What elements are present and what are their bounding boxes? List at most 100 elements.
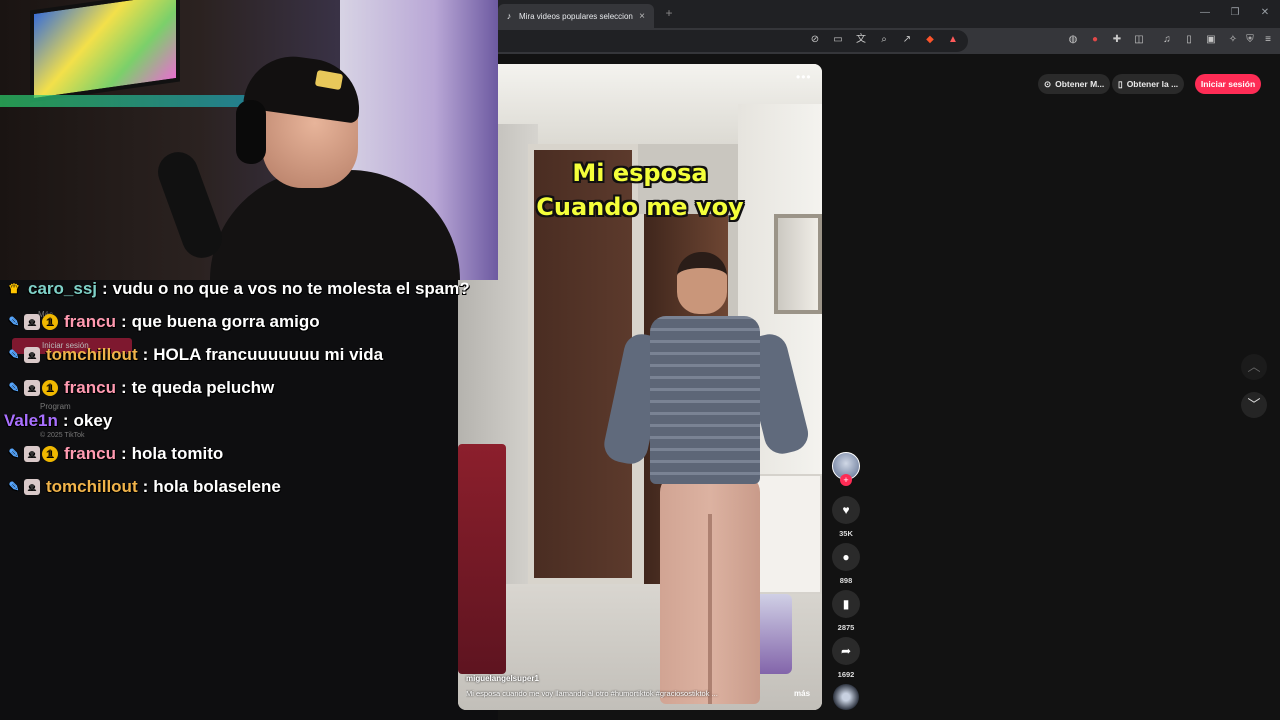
get-app-button[interactable]: ▯ Obtener la ...: [1112, 74, 1185, 94]
share-button[interactable]: ➦: [832, 637, 860, 665]
extensions-icon[interactable]: ✚: [1110, 33, 1124, 47]
chat-message: ✎ ᴥ 1 francu : te queda peluchw: [6, 373, 275, 403]
chat-text: okey: [73, 411, 113, 430]
media-icon[interactable]: ♫: [1160, 33, 1174, 47]
moderator-icon: ✎: [8, 446, 20, 461]
tab-title: Mira videos populares seleccion: [519, 11, 633, 21]
wallet-icon[interactable]: ▣: [1204, 33, 1218, 47]
chat-separator: :: [120, 312, 127, 331]
sub-badge-icon: ᴥ: [24, 446, 40, 462]
next-video-button[interactable]: ﹀: [1241, 392, 1267, 418]
coin-icon: ⊙: [1044, 78, 1052, 89]
chat-separator: :: [62, 411, 69, 430]
chat-username: tomchillout: [46, 477, 138, 496]
translate-icon[interactable]: 文: [854, 33, 868, 47]
close-window-button[interactable]: ✕: [1258, 6, 1272, 20]
sub-badge-icon: ᴥ: [24, 479, 40, 495]
chevron-down-icon: ﹀: [1247, 397, 1261, 412]
stream-screen: ♪ Mira videos populares seleccion × + — …: [0, 0, 1280, 720]
video-player[interactable]: Mi esposa Cuando me voy ••• miguelangels…: [458, 64, 822, 710]
music-disc-icon[interactable]: [833, 684, 859, 710]
save-count: 2875: [837, 623, 855, 632]
video-caption: Mi esposa Cuando me voy: [458, 156, 822, 224]
menu-icon[interactable]: ≡: [1261, 33, 1275, 47]
chat-message: ✎ ᴥ tomchillout : hola bolaselene: [6, 472, 281, 502]
microphone: [152, 146, 228, 264]
save-button[interactable]: ▮: [832, 590, 860, 618]
chat-text: HOLA francuuuuuuu mi vida: [153, 345, 384, 364]
brave-shield-icon[interactable]: ◆: [923, 33, 937, 47]
streamer-headset: [236, 100, 266, 164]
chat-text: hola bolaselene: [153, 477, 281, 496]
sub-badge-icon: ᴥ: [24, 380, 40, 396]
vpn-shield-icon[interactable]: ⛨: [1243, 33, 1257, 47]
screen-icon[interactable]: ▭: [831, 33, 845, 47]
action-rail: + ♥ 35K ● 898 ▮ 2875 ➦ 1692: [828, 450, 864, 716]
previous-video-button[interactable]: ︿: [1241, 354, 1267, 380]
restore-button[interactable]: ❐: [1228, 6, 1242, 20]
leo-ai-icon[interactable]: ✧: [1226, 33, 1240, 47]
chat-separator: :: [142, 477, 149, 496]
caption-line-1: Mi esposa: [572, 159, 708, 187]
caption-line-2: Cuando me voy: [536, 193, 744, 221]
bookmark-icon: ▮: [842, 597, 850, 611]
moderator-icon: ✎: [8, 380, 20, 395]
like-count: 35K: [839, 529, 853, 538]
chat-separator: :: [120, 378, 127, 397]
webcam-overlay: [0, 0, 498, 280]
login-button[interactable]: Iniciar sesión: [1195, 74, 1261, 94]
vpn-icon[interactable]: ◍: [1066, 33, 1080, 47]
share-count: 1692: [837, 670, 855, 679]
get-coins-button[interactable]: ⊙ Obtener M...: [1038, 74, 1111, 94]
comment-button[interactable]: ●: [832, 543, 860, 571]
minimize-button[interactable]: —: [1198, 6, 1212, 20]
like-button[interactable]: ♥: [832, 496, 860, 524]
chat-separator: :: [120, 444, 127, 463]
chat-separator: :: [102, 279, 108, 298]
chat-text: te queda peluchw: [131, 378, 275, 397]
video-author[interactable]: miguelangelsuper1: [466, 674, 539, 683]
coin-badge-icon: 1: [42, 380, 58, 396]
brave-rewards-icon[interactable]: ▲: [946, 33, 960, 47]
comment-icon: ●: [842, 550, 850, 564]
address-bar[interactable]: [498, 30, 968, 52]
chat-message: ✎ ᴥ tomchillout : HOLA francuuuuuuu mi v…: [6, 340, 384, 370]
chat-username: francu: [64, 444, 116, 463]
chat-username: caro_ssj: [28, 279, 97, 298]
moderator-icon: ✎: [8, 347, 20, 362]
new-tab-button[interactable]: +: [662, 6, 676, 20]
translate-off-icon[interactable]: ⊘: [808, 33, 822, 47]
chat-message: ✎ ᴥ 1 francu : hola tomito: [6, 439, 224, 469]
heart-icon: ♥: [842, 503, 850, 517]
chat-username: Vale1n: [4, 411, 58, 430]
coin-badge-icon: 1: [42, 446, 58, 462]
chat-username: tomchillout: [46, 345, 138, 364]
browser-tab[interactable]: ♪ Mira videos populares seleccion ×: [498, 4, 654, 28]
chat-text: hola tomito: [131, 444, 224, 463]
tab-close-icon[interactable]: ×: [636, 11, 648, 22]
record-extension-icon[interactable]: ●: [1088, 33, 1102, 47]
webcam-scene: [30, 0, 180, 103]
screenshot-icon[interactable]: ◫: [1132, 33, 1146, 47]
more-link[interactable]: más: [794, 689, 810, 698]
moderator-icon: ✎: [8, 479, 20, 494]
comment-count: 898: [839, 576, 853, 585]
share-icon[interactable]: ↗: [900, 33, 914, 47]
video-person: [660, 474, 760, 704]
coin-badge-icon: 1: [42, 314, 58, 330]
browser-tab-bar: ♪ Mira videos populares seleccion × + — …: [498, 0, 1280, 28]
get-coins-label: Obtener M...: [1055, 79, 1105, 89]
more-options-icon[interactable]: •••: [796, 70, 812, 84]
video-person: [650, 316, 760, 484]
video-scene: [774, 214, 822, 314]
sub-badge-icon: ᴥ: [24, 314, 40, 330]
video-person: [677, 252, 727, 314]
chat-username: francu: [64, 312, 116, 331]
zoom-icon[interactable]: ⌕: [877, 33, 891, 47]
follow-plus-icon[interactable]: +: [840, 474, 852, 486]
video-description: Mi esposa cuando me voy llamando al otro…: [466, 689, 718, 698]
chat-message: ✎ ᴥ 1 francu : que buena gorra amigo: [6, 307, 320, 337]
sidebar-icon[interactable]: ▯: [1182, 33, 1196, 47]
tiktok-favicon-icon: ♪: [506, 11, 512, 21]
chat-text: vudu o no que a vos no te molesta el spa…: [112, 279, 470, 298]
